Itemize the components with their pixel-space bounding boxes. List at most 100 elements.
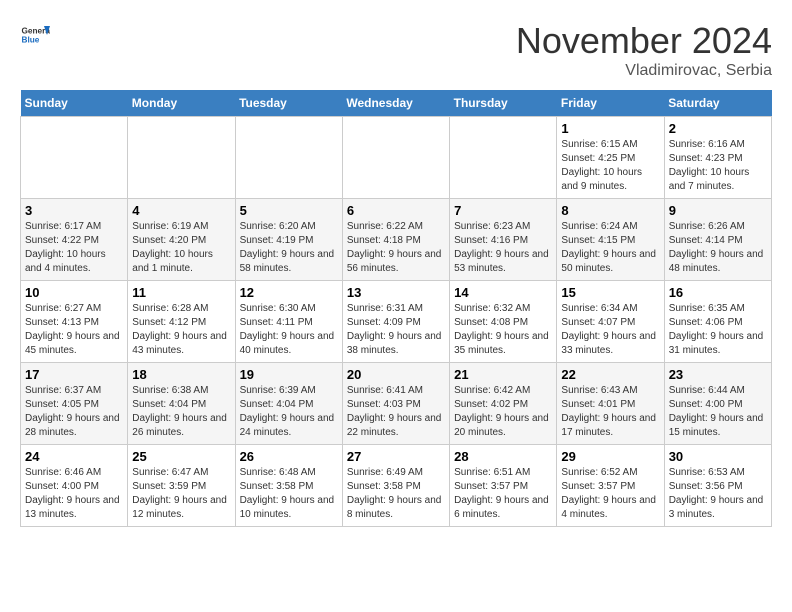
month-title: November 2024 xyxy=(516,20,772,62)
calendar-cell: 26 Sunrise: 6:48 AM Sunset: 3:58 PM Dayli… xyxy=(235,445,342,527)
day-number: 10 xyxy=(25,285,123,300)
calendar-cell: 22 Sunrise: 6:43 AM Sunset: 4:01 PM Dayli… xyxy=(557,363,664,445)
day-header-thursday: Thursday xyxy=(450,90,557,117)
calendar-week-1: 1Sunrise: 6:15 AM Sunset: 4:25 PM Daylig… xyxy=(21,117,772,199)
day-info: Sunrise: 6:34 AM Sunset: 4:07 PM Dayligh… xyxy=(561,302,659,358)
day-number: 26 xyxy=(240,449,338,464)
day-info: Sunrise: 6:37 AM Sunset: 4:05 PM Dayligh… xyxy=(25,384,123,440)
calendar-cell: 28 Sunrise: 6:51 AM Sunset: 3:57 PM Dayli… xyxy=(450,445,557,527)
calendar-cell: 18Sunrise: 6:38 AM Sunset: 4:04 PM Dayli… xyxy=(128,363,235,445)
day-number: 24 xyxy=(25,449,123,464)
day-info: Sunrise: 6:52 AM Sunset: 3:57 PM Dayligh… xyxy=(561,466,659,522)
day-number: 7 xyxy=(454,203,552,218)
day-number: 4 xyxy=(132,203,230,218)
day-number: 14 xyxy=(454,285,552,300)
day-number: 22 xyxy=(561,367,659,382)
day-header-saturday: Saturday xyxy=(664,90,771,117)
day-number: 23 xyxy=(669,367,767,382)
day-header-tuesday: Tuesday xyxy=(235,90,342,117)
day-info: Sunrise: 6:28 AM Sunset: 4:12 PM Dayligh… xyxy=(132,302,230,358)
logo: General Blue xyxy=(20,20,50,50)
day-info: Sunrise: 6:49 AM Sunset: 3:58 PM Dayligh… xyxy=(347,466,445,522)
day-info: Sunrise: 6:24 AM Sunset: 4:15 PM Dayligh… xyxy=(561,220,659,276)
calendar-cell: 14Sunrise: 6:32 AM Sunset: 4:08 PM Dayli… xyxy=(450,281,557,363)
day-info: Sunrise: 6:48 AM Sunset: 3:58 PM Dayligh… xyxy=(240,466,338,522)
calendar-cell: 25Sunrise: 6:47 AM Sunset: 3:59 PM Dayli… xyxy=(128,445,235,527)
day-number: 27 xyxy=(347,449,445,464)
calendar-cell: 1Sunrise: 6:15 AM Sunset: 4:25 PM Daylig… xyxy=(557,117,664,199)
day-number: 17 xyxy=(25,367,123,382)
day-number: 13 xyxy=(347,285,445,300)
calendar-week-5: 24Sunrise: 6:46 AM Sunset: 4:00 PM Dayli… xyxy=(21,445,772,527)
calendar-cell: 9Sunrise: 6:26 AM Sunset: 4:14 PM Daylig… xyxy=(664,199,771,281)
day-number: 1 xyxy=(561,121,659,136)
calendar-week-2: 3 Sunrise: 6:17 AM Sunset: 4:22 PM Daylig… xyxy=(21,199,772,281)
svg-text:Blue: Blue xyxy=(22,36,40,45)
day-info: Sunrise: 6:19 AM Sunset: 4:20 PM Dayligh… xyxy=(132,220,230,276)
calendar-cell: 3 Sunrise: 6:17 AM Sunset: 4:22 PM Daylig… xyxy=(21,199,128,281)
day-info: Sunrise: 6:51 AM Sunset: 3:57 PM Dayligh… xyxy=(454,466,552,522)
day-header-wednesday: Wednesday xyxy=(342,90,449,117)
day-header-sunday: Sunday xyxy=(21,90,128,117)
day-number: 19 xyxy=(240,367,338,382)
day-number: 6 xyxy=(347,203,445,218)
day-info: Sunrise: 6:41 AM Sunset: 4:03 PM Dayligh… xyxy=(347,384,445,440)
calendar-cell: 6 Sunrise: 6:22 AM Sunset: 4:18 PM Daylig… xyxy=(342,199,449,281)
calendar-cell: 15 Sunrise: 6:34 AM Sunset: 4:07 PM Dayli… xyxy=(557,281,664,363)
day-number: 20 xyxy=(347,367,445,382)
day-info: Sunrise: 6:39 AM Sunset: 4:04 PM Dayligh… xyxy=(240,384,338,440)
calendar-cell xyxy=(21,117,128,199)
day-info: Sunrise: 6:30 AM Sunset: 4:11 PM Dayligh… xyxy=(240,302,338,358)
day-info: Sunrise: 6:53 AM Sunset: 3:56 PM Dayligh… xyxy=(669,466,767,522)
day-number: 30 xyxy=(669,449,767,464)
day-info: Sunrise: 6:17 AM Sunset: 4:22 PM Dayligh… xyxy=(25,220,123,276)
calendar-cell: 16Sunrise: 6:35 AM Sunset: 4:06 PM Dayli… xyxy=(664,281,771,363)
day-number: 12 xyxy=(240,285,338,300)
calendar-cell: 2Sunrise: 6:16 AM Sunset: 4:23 PM Daylig… xyxy=(664,117,771,199)
calendar-cell: 29 Sunrise: 6:52 AM Sunset: 3:57 PM Dayli… xyxy=(557,445,664,527)
day-info: Sunrise: 6:42 AM Sunset: 4:02 PM Dayligh… xyxy=(454,384,552,440)
day-info: Sunrise: 6:44 AM Sunset: 4:00 PM Dayligh… xyxy=(669,384,767,440)
calendar-cell: 21 Sunrise: 6:42 AM Sunset: 4:02 PM Dayli… xyxy=(450,363,557,445)
day-number: 3 xyxy=(25,203,123,218)
day-info: Sunrise: 6:31 AM Sunset: 4:09 PM Dayligh… xyxy=(347,302,445,358)
day-info: Sunrise: 6:27 AM Sunset: 4:13 PM Dayligh… xyxy=(25,302,123,358)
day-header-friday: Friday xyxy=(557,90,664,117)
calendar-cell: 19 Sunrise: 6:39 AM Sunset: 4:04 PM Dayli… xyxy=(235,363,342,445)
calendar-cell: 30 Sunrise: 6:53 AM Sunset: 3:56 PM Dayli… xyxy=(664,445,771,527)
calendar-cell: 24Sunrise: 6:46 AM Sunset: 4:00 PM Dayli… xyxy=(21,445,128,527)
calendar-cell: 13 Sunrise: 6:31 AM Sunset: 4:09 PM Dayli… xyxy=(342,281,449,363)
day-info: Sunrise: 6:22 AM Sunset: 4:18 PM Dayligh… xyxy=(347,220,445,276)
calendar-cell xyxy=(342,117,449,199)
day-number: 15 xyxy=(561,285,659,300)
calendar-cell: 20 Sunrise: 6:41 AM Sunset: 4:03 PM Dayli… xyxy=(342,363,449,445)
day-info: Sunrise: 6:38 AM Sunset: 4:04 PM Dayligh… xyxy=(132,384,230,440)
day-number: 28 xyxy=(454,449,552,464)
page-header: General Blue November 2024 Vladimirovac,… xyxy=(20,20,772,80)
day-number: 21 xyxy=(454,367,552,382)
day-number: 5 xyxy=(240,203,338,218)
day-info: Sunrise: 6:26 AM Sunset: 4:14 PM Dayligh… xyxy=(669,220,767,276)
calendar-cell: 4 Sunrise: 6:19 AM Sunset: 4:20 PM Daylig… xyxy=(128,199,235,281)
day-number: 8 xyxy=(561,203,659,218)
calendar-cell: 5Sunrise: 6:20 AM Sunset: 4:19 PM Daylig… xyxy=(235,199,342,281)
calendar-cell: 23 Sunrise: 6:44 AM Sunset: 4:00 PM Dayli… xyxy=(664,363,771,445)
calendar-cell: 27 Sunrise: 6:49 AM Sunset: 3:58 PM Dayli… xyxy=(342,445,449,527)
calendar-cell xyxy=(128,117,235,199)
calendar-header-row: SundayMondayTuesdayWednesdayThursdayFrid… xyxy=(21,90,772,117)
day-info: Sunrise: 6:47 AM Sunset: 3:59 PM Dayligh… xyxy=(132,466,230,522)
calendar-cell: 8 Sunrise: 6:24 AM Sunset: 4:15 PM Daylig… xyxy=(557,199,664,281)
calendar-cell xyxy=(450,117,557,199)
day-number: 16 xyxy=(669,285,767,300)
calendar-cell: 10 Sunrise: 6:27 AM Sunset: 4:13 PM Dayli… xyxy=(21,281,128,363)
calendar-body: 1Sunrise: 6:15 AM Sunset: 4:25 PM Daylig… xyxy=(21,117,772,527)
day-number: 2 xyxy=(669,121,767,136)
calendar-table: SundayMondayTuesdayWednesdayThursdayFrid… xyxy=(20,90,772,527)
title-area: November 2024 Vladimirovac, Serbia xyxy=(516,20,772,80)
calendar-cell: 12 Sunrise: 6:30 AM Sunset: 4:11 PM Dayli… xyxy=(235,281,342,363)
day-info: Sunrise: 6:23 AM Sunset: 4:16 PM Dayligh… xyxy=(454,220,552,276)
day-number: 29 xyxy=(561,449,659,464)
calendar-week-4: 17 Sunrise: 6:37 AM Sunset: 4:05 PM Dayli… xyxy=(21,363,772,445)
logo-icon: General Blue xyxy=(20,20,50,50)
day-info: Sunrise: 6:43 AM Sunset: 4:01 PM Dayligh… xyxy=(561,384,659,440)
